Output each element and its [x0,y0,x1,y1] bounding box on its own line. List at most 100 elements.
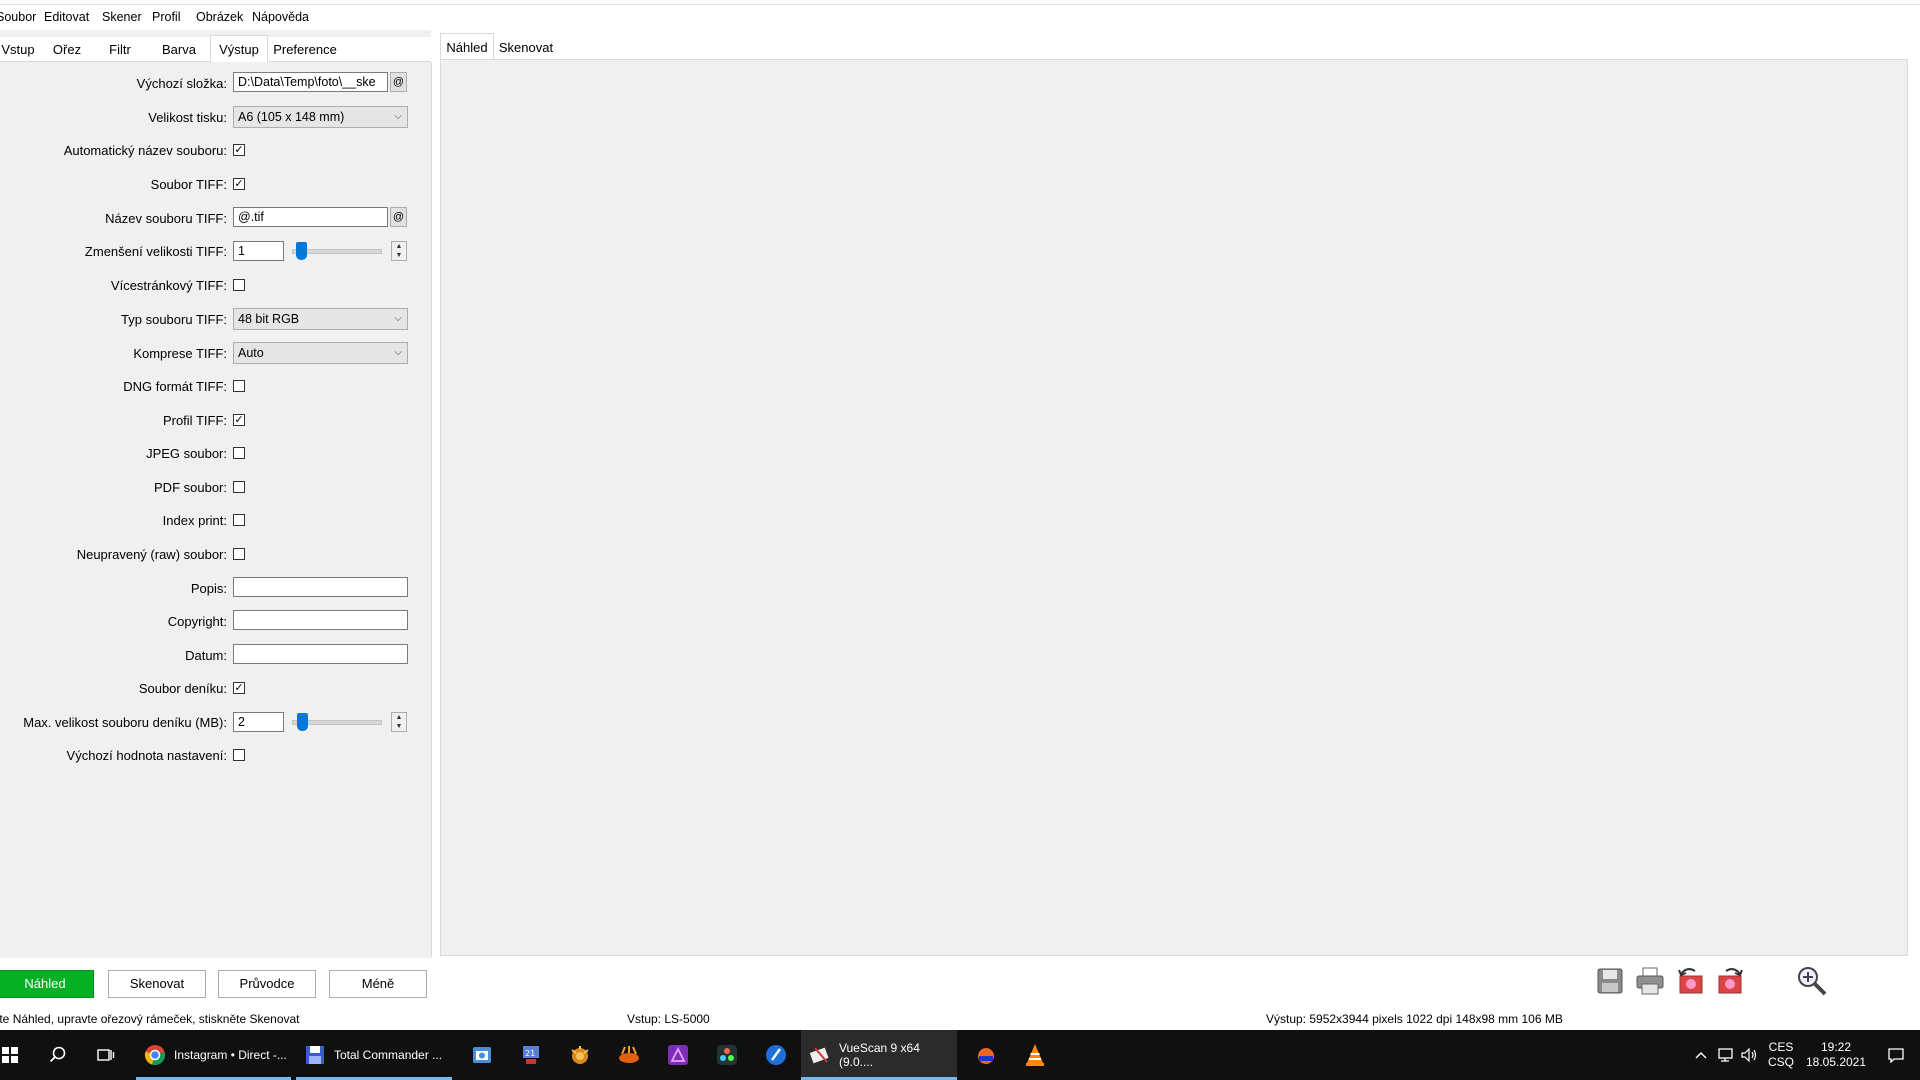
language-indicator[interactable]: CES CSQ [1766,1030,1796,1080]
menu-bar: Soubor Editovat Skener Profil Obrázek Ná… [0,6,1920,28]
taskbar-app-total-commander[interactable]: Total Commander ... [296,1030,452,1080]
taskbar-app-vuescan[interactable]: VueScan 9 x64 (9.0.... [801,1030,957,1080]
irfanview-icon[interactable] [605,1030,653,1080]
tab-input[interactable]: Vstup [0,37,40,61]
pdf-checkbox[interactable] [233,481,245,493]
explorer-icon[interactable] [458,1030,506,1080]
rotate-right-icon[interactable] [1714,964,1748,998]
clock[interactable]: 19:22 18.05.2021 [1800,1030,1872,1080]
menu-profile[interactable]: Profil [152,10,180,24]
multipage-tiff-checkbox[interactable] [233,279,245,291]
menu-edit[interactable]: Editovat [44,10,89,24]
jpeg-label: JPEG soubor: [146,446,227,461]
jpeg-checkbox[interactable] [233,447,245,459]
tiff-compression-select[interactable]: Auto ⌵ [233,342,408,364]
tiff-filename-label: Název souboru TIFF: [105,211,227,226]
log-file-checkbox[interactable]: ✓ [233,682,245,694]
tab-output[interactable]: Výstup [210,35,268,64]
menu-scanner[interactable]: Skener [102,10,142,24]
index-print-checkbox[interactable] [233,514,245,526]
dng-label: DNG formát TIFF: [123,379,227,394]
auto-filename-checkbox[interactable]: ✓ [233,144,245,156]
menu-image[interactable]: Obrázek [196,10,243,24]
raw-file-label: Neupravený (raw) soubor: [76,547,227,562]
taskbar-app-chrome[interactable]: Instagram • Direct -... [136,1030,291,1080]
log-max-size-spinner[interactable]: ▲ ▼ [391,712,407,732]
default-folder-input[interactable]: D:\Data\Temp\foto\__ske [233,72,388,92]
status-output: Výstup: 5952x3944 pixels 1022 dpi 148x98… [1266,1012,1563,1026]
windows-start-icon[interactable] [0,1030,34,1080]
chevron-down-icon: ⌵ [394,313,402,324]
tiff-type-select[interactable]: 48 bit RGB ⌵ [233,308,408,330]
tiff-reduction-input[interactable]: 1 [233,241,284,261]
taskbar: Instagram • Direct -... Total Commander … [0,1030,1920,1080]
volume-icon[interactable] [1738,1030,1760,1080]
copyright-input[interactable] [233,610,408,630]
notifications-icon[interactable] [1876,1030,1916,1080]
spin-up-icon[interactable]: ▲ [392,713,406,722]
tiff-compression-label: Komprese TIFF: [133,346,227,361]
spin-down-icon[interactable]: ▼ [392,722,406,731]
tab-preview[interactable]: Náhled [440,33,494,62]
print-size-select[interactable]: A6 (105 x 148 mm) ⌵ [233,106,408,128]
tiff-reduction-spinner[interactable]: ▲ ▼ [391,241,407,261]
tab-scan[interactable]: Skenovat [495,35,557,59]
tab-color[interactable]: Barva [154,37,204,61]
affinity-photo-icon[interactable] [654,1030,702,1080]
spin-up-icon[interactable]: ▲ [392,242,406,251]
total-commander-icon [306,1046,324,1064]
print-icon[interactable] [1633,964,1667,998]
save-icon[interactable] [1593,964,1627,998]
hardware-monitor-icon[interactable] [962,1030,1010,1080]
tab-crop[interactable]: Ořez [46,37,88,61]
tiff-file-label: Soubor TIFF: [150,177,227,192]
default-folder-macro-button[interactable]: @ [390,72,407,92]
gimp-icon[interactable] [556,1030,604,1080]
menu-file[interactable]: Soubor [0,10,36,24]
status-bar: Stiskněte Náhled, upravte ořezový rámeče… [0,1008,1920,1030]
output-settings [0,62,432,957]
zoom-in-icon[interactable] [1795,964,1829,998]
menu-help[interactable]: Nápověda [252,10,309,24]
dng-checkbox[interactable] [233,380,245,392]
network-icon[interactable] [1714,1030,1736,1080]
preview-button[interactable]: Náhled [0,970,94,998]
spin-down-icon[interactable]: ▼ [392,251,406,260]
description-input[interactable] [233,577,408,597]
taskbar-app-label: Instagram • Direct -... [174,1048,287,1062]
tiff-file-checkbox[interactable]: ✓ [233,178,245,190]
clock-date: 18.05.2021 [1805,1055,1867,1069]
search-icon[interactable] [34,1030,82,1080]
taskbar-app-label: VueScan 9 x64 (9.0.... [838,1041,920,1069]
log-max-size-input[interactable]: 2 [233,712,284,732]
network-tool-icon[interactable]: 21 [507,1030,555,1080]
tiff-profile-checkbox[interactable]: ✓ [233,414,245,426]
status-input: Vstup: LS-5000 [627,1012,710,1026]
raw-file-checkbox[interactable] [233,548,245,560]
tray-expand-icon[interactable] [1692,1030,1710,1080]
taskbar-app-label: Total Commander ... [334,1048,443,1062]
title-bar [0,0,1920,5]
less-button[interactable]: Méně [329,970,427,998]
default-settings-checkbox[interactable] [233,749,245,761]
date-input[interactable] [233,644,408,664]
photo-app-icon[interactable] [752,1030,800,1080]
preview-canvas[interactable] [440,59,1908,956]
tiff-reduction-slider-thumb[interactable] [296,242,307,260]
default-settings-label: Výchozí hodnota nastavení: [66,748,227,763]
task-view-icon[interactable] [82,1030,130,1080]
checkmark-icon: ✓ [234,682,244,694]
tab-preferences[interactable]: Preference [270,37,340,61]
rotate-left-icon[interactable] [1673,964,1707,998]
wizard-button[interactable]: Průvodce [218,970,316,998]
multipage-tiff-label: Vícestránkový TIFF: [110,278,227,293]
tab-filter[interactable]: Filtr [98,37,142,61]
davinci-resolve-icon[interactable] [703,1030,751,1080]
print-size-value: A6 (105 x 148 mm) [238,110,345,124]
scan-button[interactable]: Skenovat [108,970,206,998]
tiff-filename-input[interactable]: @.tif [233,207,388,227]
log-max-size-slider-thumb[interactable] [297,713,308,731]
vlc-icon[interactable] [1011,1030,1059,1080]
description-label: Popis: [190,581,227,596]
tiff-filename-macro-button[interactable]: @ [390,207,407,227]
